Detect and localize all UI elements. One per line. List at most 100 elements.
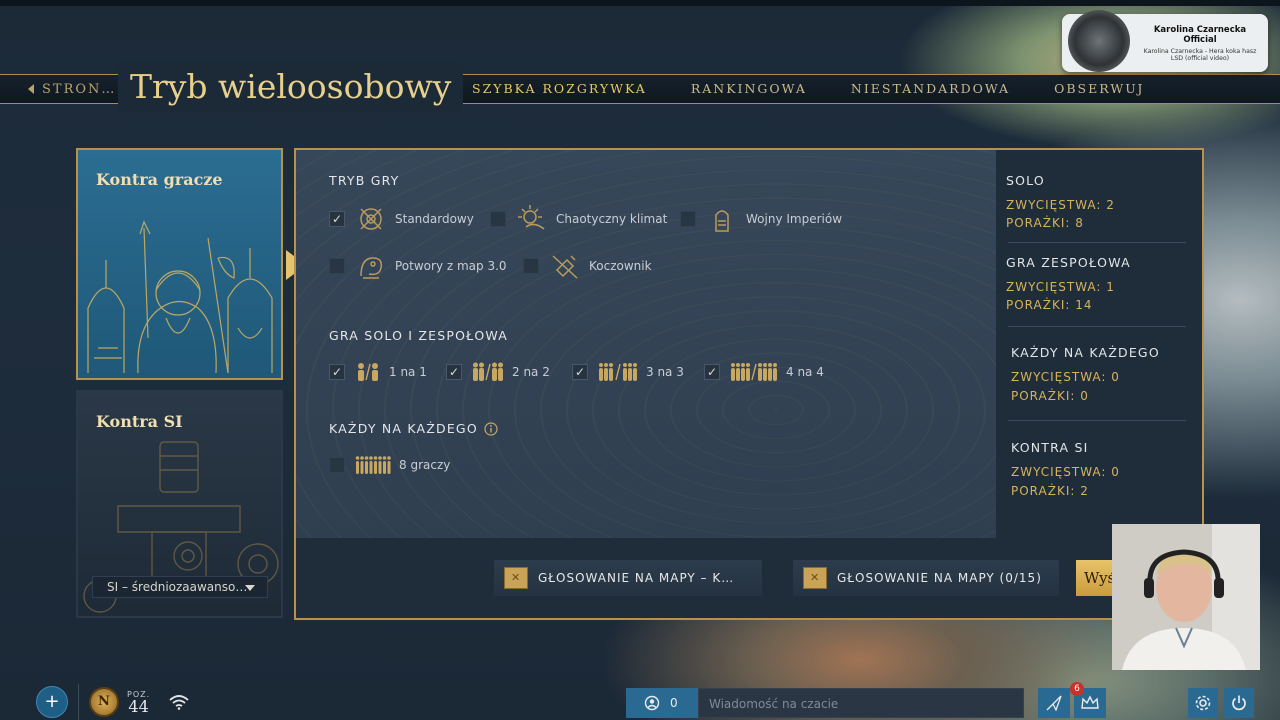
power-button[interactable] [1224, 688, 1254, 718]
add-friend-button[interactable]: + [36, 686, 68, 718]
standard-checkbox[interactable]: ✓ [329, 211, 345, 227]
chaotic-climate-checkbox[interactable] [490, 211, 506, 227]
tab-ranked[interactable]: RANKINGOWA [669, 74, 829, 104]
stat-divider [1008, 420, 1186, 421]
players-4v4-icon [731, 363, 777, 381]
webcam-overlay [1112, 524, 1260, 670]
8-players-label: 8 graczy [399, 458, 451, 472]
friends-online[interactable]: 0 [626, 688, 698, 718]
mode-card-vs-ai[interactable]: Kontra SI SI – średniozaawanso… [76, 390, 283, 618]
wifi-icon [169, 695, 189, 710]
map-icon [504, 567, 528, 589]
monsters-label: Potwory z map 3.0 [395, 259, 507, 273]
tab-spectate[interactable]: OBSERWUJ [1032, 74, 1166, 104]
video-notification[interactable]: Karolina Czarnecka Official Karolina Cza… [1062, 10, 1268, 72]
4v4-checkbox[interactable]: ✓ [704, 364, 720, 380]
option-monsters[interactable]: Potwory z map 3.0 [329, 250, 507, 282]
option-standard[interactable]: ✓ Standardowy [329, 203, 474, 235]
chaotic-climate-label: Chaotyczny klimat [556, 212, 668, 226]
option-chaotic-climate[interactable]: Chaotyczny klimat [490, 203, 667, 235]
stat-solo-losses: PORAŻKI: 8 [1006, 216, 1084, 230]
3v3-label: 3 na 3 [646, 365, 684, 379]
options-pane: TRYB GRY ✓ Standardowy Chaotyczny klimat… [296, 150, 996, 538]
gear-icon [1195, 695, 1211, 711]
empire-wars-icon [715, 210, 729, 232]
back-button[interactable]: STRON… [28, 80, 116, 98]
tab-quick-play[interactable]: SZYBKA ROZGRYWKA [450, 74, 669, 104]
player-level: POZ. 44 [127, 690, 150, 715]
monsters-checkbox[interactable] [329, 258, 345, 274]
standard-label: Standardowy [395, 212, 474, 226]
notifications-button[interactable]: 6 [1070, 682, 1106, 718]
monsters-icon [360, 257, 383, 279]
stat-team-wins: ZWYCIĘSTWA: 1 [1006, 280, 1115, 294]
1v1-checkbox[interactable]: ✓ [329, 364, 345, 380]
nomad-label: Koczownik [589, 259, 652, 273]
video-channel: Karolina Czarnecka Official [1153, 24, 1247, 45]
social-icons: 6 [1038, 682, 1106, 718]
paper-plane-icon [1046, 695, 1062, 711]
send-message-button[interactable] [1038, 688, 1070, 718]
players-ffa-icon [355, 456, 391, 474]
option-1v1[interactable]: ✓ 1 na 1 [329, 362, 427, 382]
friends-icon [644, 695, 660, 711]
players-1v1-icon [358, 363, 378, 381]
map-icon [803, 567, 827, 589]
stat-ai-wins: ZWYCIĘSTWA: 0 [1011, 465, 1120, 479]
back-label: STRON… [42, 81, 117, 97]
stat-divider [1008, 242, 1186, 243]
settings-button[interactable] [1188, 688, 1218, 718]
stat-solo-title: SOLO [1006, 173, 1045, 188]
chaotic-climate-icon [518, 205, 545, 230]
option-3v3[interactable]: ✓ 3 na 3 [572, 362, 684, 382]
video-title: Karolina Czarnecka - Hera koka hasz LSD … [1143, 47, 1257, 62]
vote-maps-button[interactable]: GŁOSOWANIE NA MAPY – K… [494, 560, 762, 596]
stat-ffa-wins: ZWYCIĘSTWA: 0 [1011, 370, 1120, 384]
option-empire-wars[interactable]: Wojny Imperiów [680, 203, 842, 235]
stat-divider [1008, 326, 1186, 327]
crown-icon [1081, 695, 1099, 709]
nomad-checkbox[interactable] [523, 258, 539, 274]
friends-count: 0 [670, 696, 678, 710]
vote-maps-label: GŁOSOWANIE NA MAPY – K… [538, 571, 735, 585]
stats-pane: SOLO ZWYCIĘSTWA: 2 PORAŻKI: 8 GRA ZESPOŁ… [996, 150, 1202, 538]
level-value: 44 [128, 696, 149, 716]
stat-solo-wins: ZWYCIĘSTWA: 2 [1006, 198, 1115, 212]
info-icon[interactable] [484, 421, 498, 436]
vote-maps-count-button[interactable]: GŁOSOWANIE NA MAPY (0/15) [793, 560, 1059, 596]
stat-ai-losses: PORAŻKI: 2 [1011, 484, 1089, 498]
players-2v2-icon [473, 362, 503, 381]
2v2-checkbox[interactable]: ✓ [446, 364, 462, 380]
warriors-illustration [87, 220, 273, 374]
notification-badge: 6 [1070, 682, 1084, 696]
1v1-label: 1 na 1 [389, 365, 427, 379]
chat-input[interactable]: Wiadomość na czacie [698, 688, 1024, 718]
send-button[interactable]: Wyślij [1076, 560, 1116, 596]
solo-team-title: GRA SOLO I ZESPOŁOWA [329, 328, 509, 343]
system-icons [1188, 688, 1254, 718]
empire-wars-label: Wojny Imperiów [746, 212, 843, 226]
standard-mode-icon [360, 208, 382, 230]
mode-card-vs-players[interactable]: Kontra gracze [76, 148, 283, 380]
main-panel: TRYB GRY ✓ Standardowy Chaotyczny klimat… [294, 148, 1204, 620]
2v2-label: 2 na 2 [512, 365, 550, 379]
nav-tabs: SZYBKA ROZGRYWKA RANKINGOWA NIESTANDARDO… [450, 74, 1166, 104]
3v3-checkbox[interactable]: ✓ [572, 364, 588, 380]
option-nomad[interactable]: Koczownik [523, 250, 652, 282]
tab-custom[interactable]: NIESTANDARDOWA [829, 74, 1032, 104]
rank-badge[interactable]: N [89, 687, 119, 717]
option-2v2[interactable]: ✓ 2 na 2 [446, 362, 550, 382]
ffa-title: KAŻDY NA KAŻDEGO [329, 421, 478, 436]
ai-difficulty-select[interactable]: SI – średniozaawanso… [92, 576, 268, 598]
stat-ffa-title: KAŻDY NA KAŻDEGO [1011, 345, 1160, 360]
chevron-down-icon [245, 585, 255, 591]
divider [78, 684, 79, 720]
option-8-players[interactable]: 8 graczy [329, 455, 450, 475]
option-4v4[interactable]: ✓ 4 na 4 [704, 362, 824, 382]
vote-maps-count-label: GŁOSOWANIE NA MAPY (0/15) [837, 571, 1042, 585]
empire-wars-checkbox[interactable] [680, 211, 696, 227]
stat-team-title: GRA ZESPOŁOWA [1006, 255, 1131, 270]
ai-difficulty-value: SI – średniozaawanso… [107, 580, 248, 594]
players-3v3-icon [599, 363, 637, 381]
8-players-checkbox[interactable] [329, 457, 345, 473]
